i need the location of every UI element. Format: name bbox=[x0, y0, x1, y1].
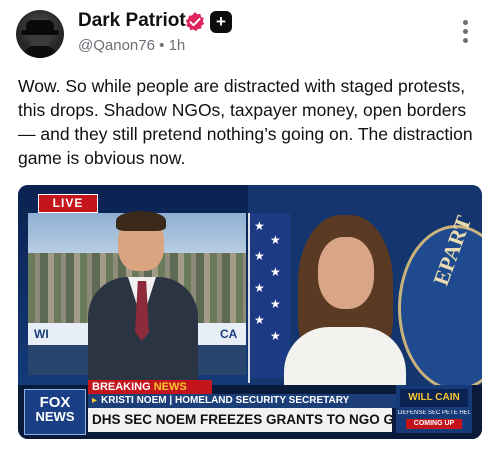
breaking-word: BREAKING bbox=[92, 381, 151, 393]
fox-news-logo: FOX NEWS bbox=[24, 389, 86, 435]
strap-arrow-icon: ▸ bbox=[92, 395, 98, 406]
upcoming-segment-box: WILL CAIN DEFENSE SEC PETE HEGSETH COMIN… bbox=[396, 385, 472, 433]
post-text: Wow. So while people are distracted with… bbox=[18, 76, 473, 168]
news-word: NEWS bbox=[153, 381, 187, 393]
female-speaker-figure bbox=[278, 215, 408, 397]
male-anchor-figure bbox=[88, 211, 198, 385]
meta-separator: • bbox=[159, 37, 165, 54]
show-brand: WILL CAIN bbox=[400, 389, 468, 407]
more-options-icon[interactable] bbox=[458, 20, 472, 46]
banner-right-text: CA bbox=[220, 327, 238, 341]
upcoming-guest: DEFENSE SEC PETE HEGSETH bbox=[398, 410, 470, 416]
post-media-image[interactable]: WI CA ★ ★ ★ ★ ★ ★ ★ ★ EPART LIVE BREAKING NE… bbox=[18, 185, 482, 439]
verified-badge-icon bbox=[185, 12, 205, 32]
author-avatar[interactable] bbox=[16, 10, 64, 58]
breaking-news-label: BREAKING NEWS bbox=[88, 380, 212, 394]
news-headline: DHS SEC NOEM FREEZES GRANTS TO NGO GROUP… bbox=[88, 408, 392, 432]
strap-separator: | bbox=[169, 395, 173, 406]
strap-name: KRISTI NOEM bbox=[101, 395, 167, 406]
avatar-coat-shape bbox=[24, 46, 56, 58]
anchor-hair bbox=[116, 211, 166, 231]
live-badge: LIVE bbox=[38, 194, 98, 213]
post-time: 1h bbox=[168, 37, 186, 54]
name-title-strap: ▸ KRISTI NOEM | HOMELAND SECURITY SECRETA… bbox=[88, 394, 398, 408]
logo-line-1: FOX bbox=[39, 394, 71, 411]
plus-badge-icon: + bbox=[210, 11, 232, 33]
coming-up-label: COMING UP bbox=[406, 419, 462, 429]
banner-left-text: WI bbox=[34, 327, 49, 341]
author-handle[interactable]: @Qanon76 bbox=[78, 37, 155, 54]
strap-title: HOMELAND SECURITY SECRETARY bbox=[174, 395, 350, 406]
author-handle-and-time: @Qanon76 • 1h bbox=[78, 37, 185, 54]
speaker-face bbox=[318, 237, 374, 309]
logo-line-2: NEWS bbox=[35, 409, 75, 424]
author-name[interactable]: Dark Patriot bbox=[78, 10, 186, 32]
